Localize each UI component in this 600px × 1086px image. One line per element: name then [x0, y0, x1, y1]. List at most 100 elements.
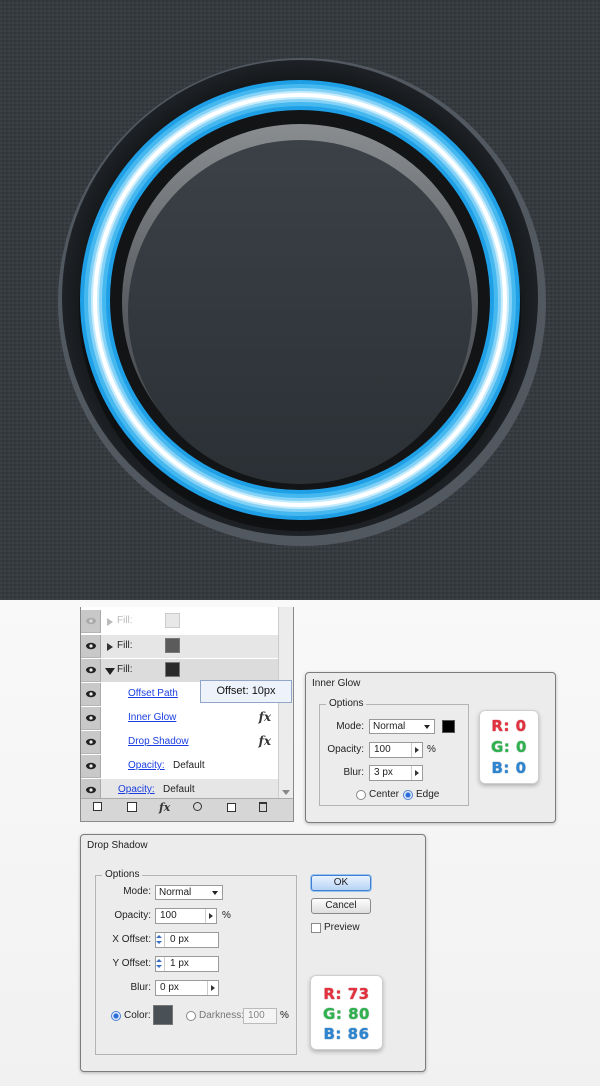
fill-swatch[interactable] [165, 613, 180, 628]
appearance-row-fill[interactable]: Fill: [81, 635, 293, 658]
opacity-input-value: 100 [160, 910, 177, 921]
edge-radio[interactable] [403, 790, 413, 800]
add-fill-icon[interactable] [127, 802, 137, 812]
rgb-info-card: R: 73 G: 80 B: 86 [310, 975, 383, 1050]
appearance-row-fill-expanded[interactable]: Fill: [81, 659, 293, 682]
shadow-color-swatch[interactable] [153, 1005, 173, 1025]
options-group: Options Mode: Normal Opacity: 100 % X Of… [95, 869, 297, 1055]
visibility-toggle[interactable] [81, 707, 101, 730]
duplicate-item-icon[interactable] [227, 803, 236, 812]
opacity-unit: % [427, 744, 436, 755]
eye-icon [86, 690, 96, 698]
fx-icon[interactable]: fx [259, 734, 271, 748]
group-label: Options [326, 698, 367, 709]
edge-radio-label: Edge [416, 789, 440, 800]
expand-arrow-icon[interactable] [107, 643, 113, 651]
center-radio[interactable] [356, 790, 366, 800]
rgb-green: G: 0 [491, 738, 527, 756]
blur-label: Blur: [130, 982, 151, 993]
glow-color-swatch[interactable] [442, 720, 455, 733]
appearance-row-fill-faded[interactable]: Fill: [81, 610, 293, 633]
eye-icon [86, 642, 96, 650]
darkness-unit: % [280, 1010, 289, 1021]
visibility-toggle[interactable] [81, 635, 101, 658]
fx-icon[interactable]: fx [259, 710, 271, 724]
rgb-red: R: 73 [323, 985, 370, 1003]
rgb-green: G: 80 [323, 1005, 370, 1023]
inner-glow-link[interactable]: Inner Glow [128, 712, 176, 723]
offset-path-link[interactable]: Offset Path [128, 688, 178, 699]
fill-swatch[interactable] [165, 638, 180, 653]
opacity-link[interactable]: Opacity: [118, 784, 155, 795]
scroll-down-arrow-icon[interactable] [282, 790, 290, 795]
ok-button[interactable]: OK [311, 875, 371, 891]
effect-row-opacity[interactable]: Opacity: Default [81, 755, 293, 778]
darkness-label: Darkness: [199, 1010, 245, 1021]
illustration-canvas [0, 0, 600, 600]
rgb-blue: B: 0 [491, 759, 527, 777]
visibility-toggle[interactable] [81, 731, 101, 754]
opacity-input[interactable]: 100 [369, 742, 423, 758]
eye-icon [86, 762, 96, 770]
opacity-stepper-arrow-icon[interactable] [205, 909, 216, 923]
darkness-radio[interactable] [186, 1011, 196, 1021]
effect-row-inner-glow[interactable]: Inner Glow fx [81, 707, 293, 730]
fill-label: Fill: [117, 664, 133, 675]
blur-input[interactable]: 0 px [155, 980, 219, 996]
opacity-unit: % [222, 910, 231, 921]
visibility-toggle[interactable] [81, 755, 101, 778]
drop-shadow-dialog: Drop Shadow Options Mode: Normal Opacity… [80, 834, 426, 1072]
visibility-toggle[interactable] [81, 683, 101, 706]
opacity-label: Opacity: [114, 910, 151, 921]
trash-icon[interactable] [259, 802, 267, 812]
fill-swatch[interactable] [165, 662, 180, 677]
expand-arrow-icon[interactable] [107, 618, 113, 626]
x-offset-input[interactable]: 0 px [155, 932, 219, 948]
appearance-panel: Fill: Fill: Fill: Offset Path Inner Glow… [80, 607, 294, 822]
y-offset-spinner-icon[interactable] [155, 957, 165, 971]
eye-icon [86, 666, 96, 674]
opacity-input[interactable]: 100 [155, 908, 217, 924]
panel-scrollbar[interactable] [278, 607, 293, 799]
eye-icon [86, 714, 96, 722]
opacity-link[interactable]: Opacity: [128, 760, 165, 771]
opacity-input-value: 100 [374, 744, 391, 755]
options-group: Options Mode: Normal Opacity: 100 % Blur… [319, 698, 469, 806]
visibility-toggle[interactable] [81, 610, 101, 633]
darkness-input[interactable]: 100 [243, 1008, 277, 1024]
effect-row-drop-shadow[interactable]: Drop Shadow fx [81, 731, 293, 754]
mode-label: Mode: [336, 721, 364, 732]
mode-select-value: Normal [159, 887, 192, 898]
x-offset-input-value: 0 px [170, 934, 189, 945]
opacity-stepper-arrow-icon[interactable] [411, 743, 422, 757]
eye-icon [86, 786, 96, 794]
y-offset-input-value: 1 px [170, 958, 189, 969]
mode-select-value: Normal [373, 721, 406, 732]
blur-input-value: 3 px [374, 767, 393, 778]
dialog-title: Drop Shadow [87, 840, 148, 851]
fill-label: Fill: [117, 640, 133, 651]
offset-tooltip: Offset: 10px [200, 680, 292, 703]
blur-input[interactable]: 3 px [369, 765, 423, 781]
preview-checkbox[interactable] [311, 923, 321, 933]
x-offset-spinner-icon[interactable] [155, 933, 165, 947]
mode-select[interactable]: Normal [155, 885, 223, 900]
blur-input-value: 0 px [160, 982, 179, 993]
opacity-label: Opacity: [327, 744, 364, 755]
color-radio[interactable] [111, 1011, 121, 1021]
visibility-toggle[interactable] [81, 659, 101, 682]
inner-disc [128, 140, 472, 484]
blur-stepper-arrow-icon[interactable] [411, 766, 422, 780]
collapse-arrow-icon[interactable] [105, 668, 115, 675]
add-stroke-icon[interactable] [93, 802, 102, 811]
cancel-button[interactable]: Cancel [311, 898, 371, 914]
drop-shadow-link[interactable]: Drop Shadow [128, 736, 189, 747]
mode-select[interactable]: Normal [369, 719, 435, 734]
fill-label: Fill: [117, 615, 133, 626]
blur-stepper-arrow-icon[interactable] [207, 981, 218, 995]
opacity-value: Default [163, 784, 195, 795]
y-offset-input[interactable]: 1 px [155, 956, 219, 972]
preview-label: Preview [324, 922, 360, 933]
clear-appearance-icon[interactable] [193, 802, 202, 811]
fx-menu-icon[interactable]: fx [159, 801, 170, 814]
